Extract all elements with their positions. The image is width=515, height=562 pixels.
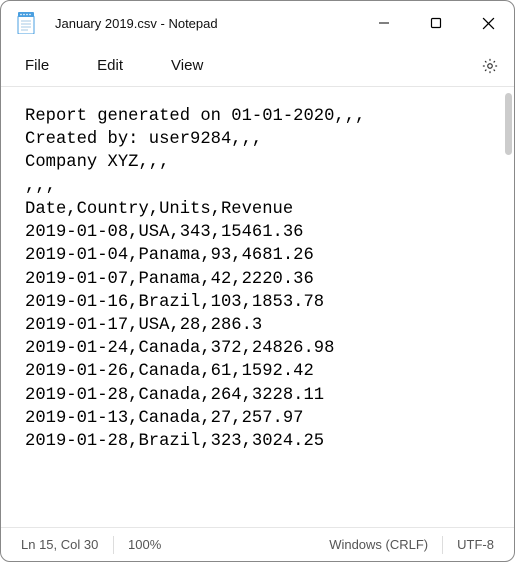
editor-area[interactable]: Report generated on 01-01-2020,,, Create…	[1, 87, 514, 527]
text-content[interactable]: Report generated on 01-01-2020,,, Create…	[1, 87, 514, 471]
window-title: January 2019.csv - Notepad	[55, 16, 358, 31]
settings-button[interactable]	[472, 48, 508, 84]
vertical-scrollbar[interactable]	[505, 93, 512, 155]
status-line-ending: Windows (CRLF)	[315, 534, 442, 556]
close-button[interactable]	[462, 1, 514, 45]
status-encoding: UTF-8	[443, 534, 508, 556]
menu-file[interactable]: File	[11, 49, 63, 82]
menu-view[interactable]: View	[157, 49, 217, 82]
minimize-button[interactable]	[358, 1, 410, 45]
titlebar: January 2019.csv - Notepad	[1, 1, 514, 45]
menubar: File Edit View	[1, 45, 514, 87]
maximize-button[interactable]	[410, 1, 462, 45]
menu-edit[interactable]: Edit	[83, 49, 137, 82]
status-zoom[interactable]: 100%	[114, 534, 175, 556]
notepad-app-icon	[15, 12, 37, 34]
statusbar: Ln 15, Col 30 100% Windows (CRLF) UTF-8	[1, 527, 514, 561]
window-controls	[358, 1, 514, 45]
status-cursor-position: Ln 15, Col 30	[7, 534, 113, 556]
